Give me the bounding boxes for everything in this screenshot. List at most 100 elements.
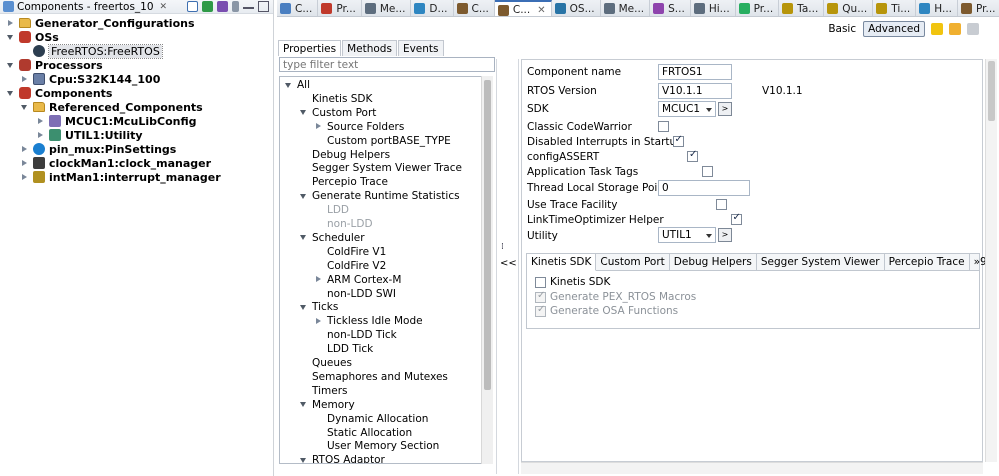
- splitter[interactable]: ⁞ <<: [496, 59, 519, 474]
- editor-tab[interactable]: D...: [411, 0, 454, 16]
- collapse-icon[interactable]: [299, 192, 308, 201]
- advanced-mode-button[interactable]: Advanced: [863, 21, 925, 37]
- close-view-icon[interactable]: ✕: [160, 2, 168, 12]
- rtos-version-field[interactable]: V10.1.1: [658, 83, 732, 99]
- tree-item[interactable]: Source Folders: [314, 120, 404, 134]
- tree-node-pin-mux[interactable]: pin_mux:PinSettings: [20, 142, 176, 156]
- tab-events[interactable]: Events: [397, 40, 444, 56]
- tree-node-intman1[interactable]: intMan1:interrupt_manager: [20, 170, 221, 184]
- tree-item[interactable]: LDD: [314, 203, 349, 217]
- tree-item[interactable]: RTOS Adaptor: [299, 453, 385, 463]
- tree-node-mcuc1[interactable]: MCUC1:McuLibConfig: [36, 114, 197, 128]
- tree-item[interactable]: Semaphores and Mutexes: [299, 370, 448, 384]
- collapse-icon[interactable]: [299, 456, 308, 463]
- expand-icon[interactable]: [36, 131, 45, 140]
- filter-input[interactable]: [279, 57, 495, 72]
- tree-item[interactable]: non-LDD Tick: [314, 328, 397, 342]
- sdk-dropdown[interactable]: MCUC1: [658, 101, 716, 117]
- property-grid-hscrollbar[interactable]: [521, 462, 983, 474]
- expand-icon[interactable]: [20, 159, 29, 168]
- sdk-link-button[interactable]: >: [718, 102, 732, 116]
- editor-tab[interactable]: S...: [650, 0, 691, 16]
- tree-item[interactable]: ColdFire V1: [314, 245, 386, 259]
- expand-icon[interactable]: [20, 173, 29, 182]
- tree-item[interactable]: Custom Port: [299, 106, 376, 120]
- close-tab-icon[interactable]: ✕: [537, 5, 545, 16]
- editor-tab-active[interactable]: C... ✕: [494, 0, 552, 16]
- collapse-icon[interactable]: [6, 61, 15, 70]
- editor-tab[interactable]: Ta...: [779, 0, 825, 16]
- tree-item[interactable]: Static Allocation: [314, 426, 412, 440]
- tree-item[interactable]: Debug Helpers: [299, 148, 390, 162]
- expand-icon[interactable]: [314, 122, 323, 131]
- generate-code-icon[interactable]: [217, 1, 228, 12]
- tree-item[interactable]: Scheduler: [299, 231, 365, 245]
- tab-percepio-trace[interactable]: Percepio Trace: [885, 254, 970, 271]
- tree-node-freertos[interactable]: FreeRTOS:FreeRTOS: [20, 43, 163, 59]
- tree-item[interactable]: Dynamic Allocation: [314, 412, 428, 426]
- collapse-tree-button[interactable]: <<: [500, 258, 517, 269]
- trace-facility-checkbox[interactable]: [716, 199, 727, 210]
- classic-codewarrior-checkbox[interactable]: [658, 121, 669, 132]
- forward-arrow-icon[interactable]: [967, 23, 979, 35]
- tree-item[interactable]: non-LDD SWI: [314, 287, 396, 301]
- tab-methods[interactable]: Methods: [342, 40, 397, 56]
- tree-item[interactable]: ARM Cortex-M: [314, 273, 401, 287]
- tree-item[interactable]: Generate Runtime Statistics: [299, 189, 460, 203]
- tree-item[interactable]: ColdFire V2: [314, 259, 386, 273]
- tree-item[interactable]: Timers: [299, 384, 347, 398]
- tab-debug-helpers[interactable]: Debug Helpers: [670, 254, 757, 271]
- collapse-icon[interactable]: [6, 89, 15, 98]
- tree-node-referenced-components[interactable]: Referenced_Components: [20, 100, 203, 114]
- editor-tab[interactable]: Pr...: [736, 0, 780, 16]
- tab-segger-system-viewer[interactable]: Segger System Viewer: [757, 254, 885, 271]
- editor-tab[interactable]: Pr...: [958, 0, 999, 16]
- maximize-icon[interactable]: [258, 1, 269, 12]
- linktime-checkbox[interactable]: [730, 212, 742, 225]
- minimize-icon[interactable]: [243, 7, 254, 10]
- property-grid-scrollbar[interactable]: [985, 59, 997, 462]
- collapse-icon[interactable]: [20, 103, 29, 112]
- tree-item[interactable]: Percepio Trace: [299, 175, 388, 189]
- tree-node-processors[interactable]: Processors: [6, 58, 103, 72]
- tree-node-util1[interactable]: UTIL1:Utility: [36, 128, 143, 142]
- tree-node-oss[interactable]: OSs: [6, 30, 59, 44]
- editor-tab[interactable]: Ti...: [873, 0, 917, 16]
- tree-node-clockman1[interactable]: clockMan1:clock_manager: [20, 156, 211, 170]
- editor-tab[interactable]: Me...: [362, 0, 412, 16]
- collapse-icon[interactable]: [284, 81, 293, 90]
- editor-tab[interactable]: Qu...: [824, 0, 874, 16]
- editor-tab[interactable]: C...: [277, 0, 319, 16]
- tree-item[interactable]: Segger System Viewer Trace: [299, 161, 462, 175]
- tree-item[interactable]: Queues: [299, 356, 352, 370]
- utility-dropdown[interactable]: UTIL1: [658, 227, 716, 243]
- tree-item[interactable]: LDD Tick: [314, 342, 373, 356]
- config-assert-checkbox[interactable]: [687, 149, 698, 162]
- editor-tab[interactable]: OS...: [552, 0, 601, 16]
- tree-item[interactable]: Custom portBASE_TYPE: [314, 134, 451, 148]
- sdk-select[interactable]: MCUC1 >: [658, 101, 732, 117]
- back-arrow-icon[interactable]: [949, 23, 961, 35]
- editor-tab[interactable]: H...: [916, 0, 958, 16]
- editor-tab[interactable]: C...: [454, 0, 495, 16]
- tree-item[interactable]: Kinetis SDK: [299, 92, 372, 106]
- view-menu-icon[interactable]: [232, 1, 239, 12]
- tree-item[interactable]: Ticks: [299, 300, 338, 314]
- disabled-interrupts-checkbox[interactable]: [672, 134, 684, 147]
- thread-local-field[interactable]: 0: [658, 180, 750, 196]
- category-tree-scrollbar[interactable]: [481, 76, 493, 464]
- editor-tab[interactable]: Pr...: [318, 0, 362, 16]
- scrollbar-thumb[interactable]: [988, 61, 995, 121]
- tab-kinetis-sdk[interactable]: Kinetis SDK: [527, 254, 597, 271]
- expand-icon[interactable]: [314, 275, 323, 284]
- kinetis-sdk-option[interactable]: Kinetis SDK: [535, 276, 610, 288]
- tab-properties[interactable]: Properties: [278, 40, 342, 56]
- collapse-icon[interactable]: [299, 400, 308, 409]
- tree-item[interactable]: All: [284, 78, 310, 92]
- collapse-icon[interactable]: [299, 108, 308, 117]
- tree-node-cpu[interactable]: Cpu:S32K144_100: [20, 72, 160, 86]
- editor-tab[interactable]: Me...: [601, 0, 651, 16]
- tree-item[interactable]: User Memory Section: [314, 439, 439, 453]
- tree-item[interactable]: non-LDD: [314, 217, 373, 231]
- expand-icon[interactable]: [314, 317, 323, 326]
